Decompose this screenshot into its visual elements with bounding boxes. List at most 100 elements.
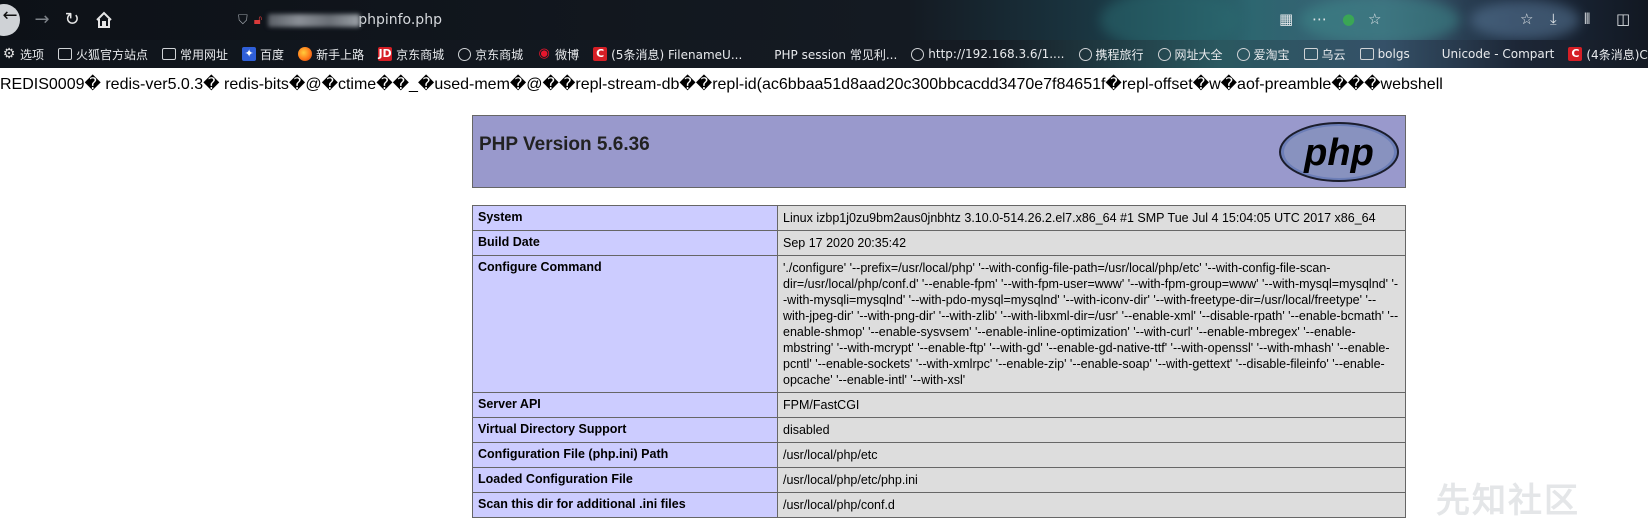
- address-bar[interactable]: ⛉ 🔓︎ phpinfo.php: [238, 10, 442, 30]
- bookmark-label: 百度: [260, 47, 285, 62]
- back-button[interactable]: ←: [0, 4, 20, 36]
- bookmark-item[interactable]: C (5条消息) FilenameU...: [593, 46, 742, 63]
- row-key: System: [472, 205, 778, 231]
- reload-button[interactable]: ↻: [60, 8, 84, 32]
- folder-icon: [162, 48, 177, 60]
- watermark: 先知社区: [1436, 481, 1580, 521]
- bookmark-item[interactable]: 携程旅行: [1078, 46, 1144, 63]
- table-row: Server API FPM/FastCGI: [472, 392, 1406, 418]
- bookmark-label: 京东商城: [475, 47, 524, 62]
- globe-icon: [1078, 47, 1092, 61]
- bookmark-item[interactable]: http://192.168.3.6/1....: [911, 47, 1065, 61]
- table-row: Configuration File (php.ini) Path /usr/l…: [472, 442, 1406, 468]
- insecure-lock-icon[interactable]: 🔓︎: [254, 13, 262, 28]
- back-arrow-icon: ←: [2, 5, 18, 26]
- bookmark-label: 微博: [555, 47, 580, 62]
- jd-icon: JD: [378, 47, 393, 61]
- bookmark-item[interactable]: bolgs: [1359, 47, 1410, 61]
- row-value: Sep 17 2020 20:35:42: [777, 230, 1406, 256]
- php-version-title: PHP Version 5.6.36: [479, 134, 650, 155]
- table-row: Build Date Sep 17 2020 20:35:42: [472, 230, 1406, 256]
- bookmark-label: 火狐官方站点: [76, 47, 149, 62]
- gear-icon: ⚙: [2, 46, 16, 62]
- folder-icon: [1303, 48, 1318, 60]
- bookmark-item[interactable]: 常用网址: [162, 46, 228, 63]
- csdn-icon: C: [1568, 47, 1583, 61]
- table-row: Configure Command './configure' '--prefi…: [472, 255, 1406, 393]
- redis-dump-text: REDIS0009� redis-ver5.0.3� redis-bits�@�…: [0, 76, 1443, 93]
- redacted-host: [268, 13, 361, 27]
- bookmark-label: 爱淘宝: [1253, 47, 1290, 62]
- bookmarks-bar: ⚙ 选项 火狐官方站点 常用网址 ✦ 百度 新手上路 JD 京东商城 京东商城 ◉ 微博…: [0, 40, 1648, 68]
- row-value: /usr/local/php/etc: [777, 442, 1406, 468]
- bookmark-item[interactable]: Unicode - Compart: [1424, 47, 1555, 61]
- bookmark-item[interactable]: 火狐官方站点: [58, 46, 148, 63]
- row-key: Virtual Directory Support: [472, 417, 778, 443]
- url-text: phpinfo.php: [358, 12, 442, 28]
- php-logo[interactable]: php: [1278, 121, 1400, 183]
- globe-icon: [458, 47, 472, 61]
- bookmark-label: (5条消息) FilenameU...: [611, 47, 743, 62]
- bookmark-label: 携程旅行: [1095, 47, 1144, 62]
- browser-toolbar: ← → ↻ ⛉ 🔓︎ phpinfo.php ▦ ⋯ ● ☆ ☆ ⤓ ⫴ ◫: [0, 0, 1648, 40]
- row-value: FPM/FastCGI: [777, 392, 1406, 418]
- extension-icon[interactable]: ●: [1342, 10, 1355, 28]
- row-key: Build Date: [472, 230, 778, 256]
- folder-icon: [58, 48, 73, 60]
- csdn-icon: C: [593, 47, 608, 61]
- bookmarks-star-icon[interactable]: ☆: [1520, 10, 1533, 28]
- row-value: /usr/local/php/etc/php.ini: [777, 467, 1406, 493]
- php-version-header: PHP Version 5.6.36 php: [472, 115, 1406, 188]
- row-key: Loaded Configuration File: [472, 467, 778, 493]
- download-icon[interactable]: ⤓: [1550, 10, 1557, 28]
- bookmark-label: (4条消息)C: [1586, 47, 1648, 62]
- bookmark-label: 常用网址: [180, 47, 229, 62]
- bookmark-item[interactable]: PHP session 常见利...: [756, 46, 897, 63]
- bookmark-item[interactable]: 京东商城: [458, 46, 523, 63]
- bookmark-label: PHP session 常见利...: [774, 47, 898, 62]
- bookmark-item[interactable]: 乌云: [1303, 46, 1346, 63]
- table-row: Loaded Configuration File /usr/local/php…: [472, 467, 1406, 493]
- qr-code-icon[interactable]: ▦: [1279, 10, 1293, 28]
- baidu-icon: ✦: [242, 47, 257, 61]
- bookmark-item[interactable]: C (4条消息)C: [1568, 46, 1648, 63]
- page-icon: [1424, 47, 1438, 61]
- php-logo-text: php: [1303, 132, 1374, 174]
- library-icon[interactable]: ⫴: [1584, 10, 1590, 28]
- bookmark-item[interactable]: ✦ 百度: [242, 46, 284, 63]
- tracking-shield-icon[interactable]: ⛉: [238, 13, 248, 28]
- row-key: Configuration File (php.ini) Path: [472, 442, 778, 468]
- table-row: System Linux izbp1j0zu9bm2aus0jnbhtz 3.1…: [472, 205, 1406, 231]
- more-options-icon[interactable]: ⋯: [1312, 10, 1327, 28]
- home-button[interactable]: [92, 8, 116, 32]
- home-icon: [96, 11, 112, 28]
- bookmark-item[interactable]: 新手上路: [298, 46, 364, 63]
- row-value: /usr/local/php/conf.d: [777, 492, 1406, 518]
- folder-icon: [1359, 48, 1374, 60]
- reload-icon: ↻: [64, 9, 80, 30]
- weibo-icon: ◉: [538, 46, 550, 61]
- table-row: Virtual Directory Support disabled: [472, 417, 1406, 443]
- bookmark-label: http://192.168.3.6/1....: [928, 47, 1065, 61]
- bookmark-label: Unicode - Compart: [1441, 47, 1555, 61]
- sidebar-icon[interactable]: ◫: [1616, 10, 1630, 28]
- globe-icon: [911, 47, 925, 61]
- forward-arrow-icon: →: [34, 9, 50, 30]
- bookmark-item[interactable]: ⚙ 选项: [2, 46, 44, 63]
- forward-button[interactable]: →: [30, 8, 54, 32]
- bookmark-item[interactable]: 爱淘宝: [1236, 46, 1290, 63]
- row-key: Server API: [472, 392, 778, 418]
- globe-icon: [1157, 47, 1171, 61]
- bookmark-item[interactable]: JD 京东商城: [378, 46, 444, 63]
- row-key: Scan this dir for additional .ini files: [472, 492, 778, 518]
- bookmark-item[interactable]: ◉ 微博: [537, 46, 579, 63]
- row-value: Linux izbp1j0zu9bm2aus0jnbhtz 3.10.0-514…: [777, 205, 1406, 231]
- bookmark-star-icon[interactable]: ☆: [1368, 10, 1381, 28]
- bookmark-label: 京东商城: [396, 47, 445, 62]
- php-info-table: System Linux izbp1j0zu9bm2aus0jnbhtz 3.1…: [472, 205, 1406, 518]
- bookmark-label: 选项: [20, 47, 45, 62]
- bookmark-item[interactable]: 网址大全: [1157, 46, 1223, 63]
- row-key: Configure Command: [472, 255, 778, 393]
- page-icon: [756, 47, 770, 61]
- bookmark-label: 网址大全: [1174, 47, 1223, 62]
